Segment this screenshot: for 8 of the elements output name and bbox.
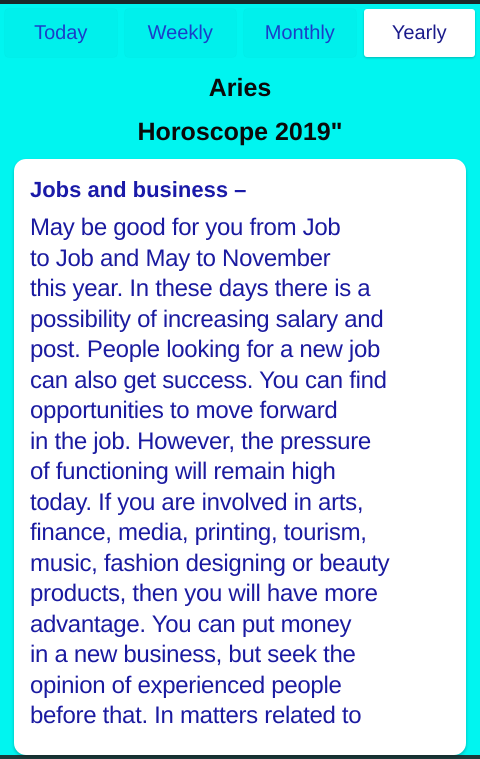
period-tab[interactable]: Today: [5, 9, 116, 57]
horoscope-text: May be good for you from Job to Job and May to November this year. In these days there is a possibility of increasing salary and post. People looking for a new job can also get success. You can find opportunities to move forward in the job. However, the pressure of functioning will remain high today. If you are involved in arts, finance, media, printing, tourism, music, fashion designing or beauty products, then you will have more advantage. You can put money in a new business, but seek the opinion of experienced people before that. In matters related to: [30, 213, 390, 731]
period-tab[interactable]: Yearly: [364, 9, 475, 57]
page-title: Horoscope 2019": [138, 117, 342, 148]
period-tab[interactable]: Weekly: [124, 9, 236, 57]
page-title: Aries: [208, 73, 272, 104]
section-heading: Jobs and business –: [30, 177, 248, 203]
period-tab[interactable]: Monthly: [244, 9, 356, 57]
